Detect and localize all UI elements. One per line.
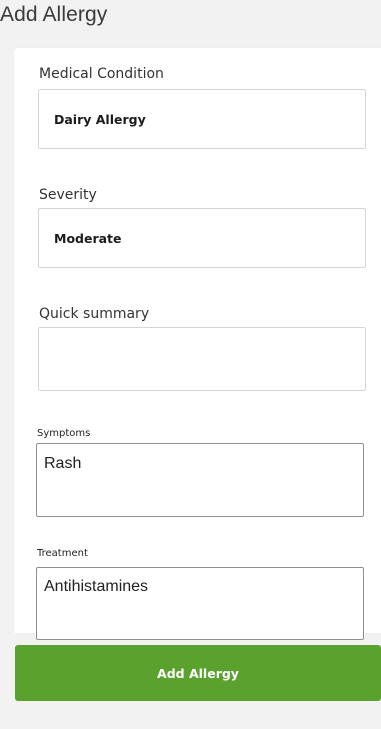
page-title: Add Allergy xyxy=(0,3,108,26)
add-allergy-button[interactable]: Add Allergy xyxy=(15,645,381,701)
quick-summary-field[interactable] xyxy=(38,327,366,391)
symptoms-field[interactable]: Rash xyxy=(36,443,364,517)
treatment-value: Antihistamines xyxy=(44,578,149,595)
medical-condition-label: Medical Condition xyxy=(39,66,164,82)
quick-summary-label: Quick summary xyxy=(39,306,150,322)
medical-condition-value: Dairy Allergy xyxy=(54,112,146,127)
symptoms-label: Symptoms xyxy=(37,428,91,439)
severity-label: Severity xyxy=(39,187,97,203)
treatment-label: Treatment xyxy=(37,548,88,559)
severity-field[interactable]: Moderate xyxy=(38,208,366,268)
severity-value: Moderate xyxy=(54,231,122,246)
treatment-field[interactable]: Antihistamines xyxy=(36,567,364,640)
medical-condition-field[interactable]: Dairy Allergy xyxy=(38,89,366,149)
symptoms-value: Rash xyxy=(44,455,82,472)
